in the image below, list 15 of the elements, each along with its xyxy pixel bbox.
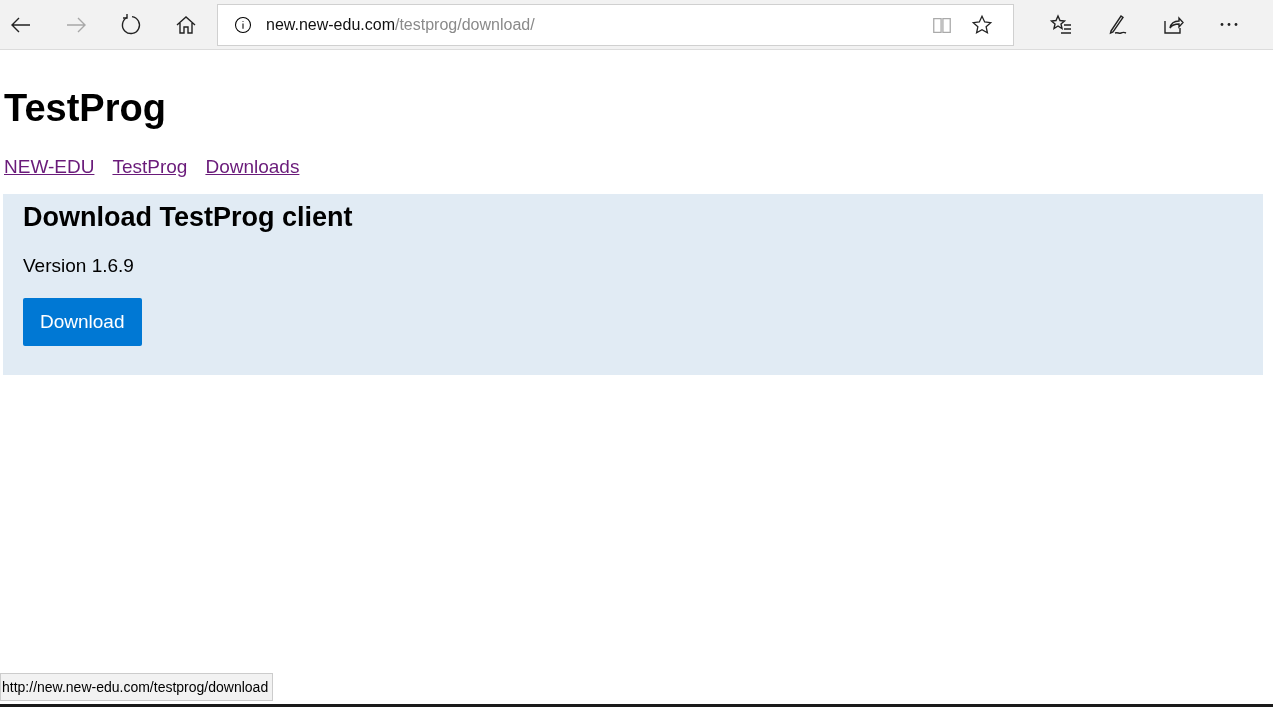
- status-url: http://new.new-edu.com/testprog/download: [0, 673, 274, 701]
- address-bar[interactable]: new.new-edu.com/testprog/download/: [217, 3, 1014, 46]
- breadcrumb-link[interactable]: TestProg: [112, 156, 188, 178]
- download-button[interactable]: Download: [23, 298, 142, 346]
- refresh-icon: [119, 12, 143, 37]
- star-list-icon: [1049, 12, 1073, 37]
- version-text: Version 1.6.9: [23, 254, 135, 278]
- more-icon: [1220, 23, 1238, 26]
- breadcrumb-link[interactable]: NEW-EDU: [4, 156, 95, 178]
- breadcrumb-link[interactable]: Downloads: [205, 156, 300, 178]
- url-text: new.new-edu.com/testprog/download/: [266, 15, 536, 34]
- panel-heading: Download TestProg client: [23, 201, 354, 234]
- page-title: TestProg: [4, 86, 167, 130]
- info-icon: [234, 15, 252, 34]
- star-icon: [971, 13, 993, 36]
